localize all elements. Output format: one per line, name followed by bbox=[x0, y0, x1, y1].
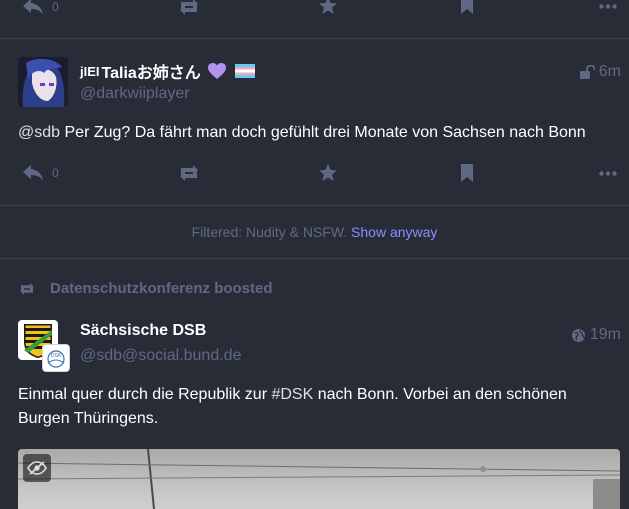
status-time[interactable]: 19m bbox=[571, 326, 621, 344]
status-time[interactable]: 6m bbox=[579, 63, 621, 81]
svg-text:DSK: DSK bbox=[51, 353, 62, 359]
reply-count: 0 bbox=[52, 0, 59, 14]
hashtag-link[interactable]: #DSK bbox=[271, 386, 313, 403]
display-name-text: Taliaお姉さん bbox=[101, 65, 201, 82]
display-name[interactable]: jIEI Taliaお姉さん bbox=[80, 59, 255, 83]
purple-heart-icon bbox=[207, 63, 226, 79]
favourite-button[interactable] bbox=[318, 163, 338, 183]
eye-slash-icon bbox=[27, 461, 47, 475]
star-icon bbox=[319, 164, 337, 181]
hide-media-button[interactable] bbox=[23, 454, 51, 482]
status-divider bbox=[0, 205, 629, 206]
more-button[interactable] bbox=[599, 4, 617, 9]
boost-notice: Datenschutzkonferenz boosted bbox=[18, 280, 273, 297]
bookmark-icon bbox=[461, 164, 473, 182]
boost-label[interactable]: Datenschutzkonferenz boosted bbox=[50, 280, 273, 297]
custom-emoji-prefix: jIEI bbox=[80, 63, 100, 79]
boost-icon bbox=[180, 165, 198, 181]
boost-button[interactable] bbox=[177, 164, 201, 182]
bookmark-button[interactable] bbox=[460, 0, 474, 14]
more-icon bbox=[599, 4, 617, 9]
time-label: 6m bbox=[598, 63, 621, 80]
more-button[interactable] bbox=[599, 171, 617, 176]
favourite-button[interactable] bbox=[318, 0, 338, 16]
globe-icon bbox=[571, 328, 585, 342]
status-content: Einmal quer durch die Republik zur #DSK … bbox=[18, 383, 611, 431]
time-label: 19m bbox=[589, 326, 621, 343]
boost-button[interactable] bbox=[177, 0, 201, 16]
display-name[interactable]: Sächsische DSB bbox=[80, 322, 206, 340]
star-icon bbox=[319, 0, 337, 14]
reply-icon bbox=[23, 165, 43, 181]
account-handle[interactable]: @sdb@social.bund.de bbox=[80, 347, 241, 365]
mention-link[interactable]: @sdb bbox=[18, 124, 60, 141]
top-status-actions: 0 bbox=[0, 0, 629, 26]
avatar[interactable] bbox=[18, 57, 68, 107]
status-divider bbox=[0, 258, 629, 259]
reply-count: 0 bbox=[52, 166, 59, 180]
content-text-part1: Einmal quer durch die Republik zur bbox=[18, 386, 272, 403]
content-text: Per Zug? Da fährt man doch gefühlt drei … bbox=[60, 124, 586, 141]
reply-button[interactable]: 0 bbox=[22, 164, 59, 182]
dsk-logo-icon: DSK bbox=[47, 350, 65, 368]
status-content: @sdb Per Zug? Da fährt man doch gefühlt … bbox=[18, 121, 611, 145]
reply-icon bbox=[23, 0, 43, 15]
boosted-account-avatar: DSK bbox=[42, 344, 70, 372]
boost-icon bbox=[20, 282, 34, 295]
show-anyway-link[interactable]: Show anyway bbox=[351, 224, 437, 240]
boost-icon bbox=[180, 0, 198, 15]
bookmark-icon bbox=[461, 0, 473, 14]
avatar[interactable]: DSK bbox=[18, 320, 70, 372]
status-actions: 0 bbox=[0, 162, 629, 192]
filtered-text: Filtered: Nudity & NSFW. bbox=[191, 224, 348, 240]
reply-button[interactable]: 0 bbox=[22, 0, 59, 16]
more-icon bbox=[599, 171, 617, 176]
status-divider bbox=[0, 38, 629, 39]
photo-preview bbox=[18, 449, 620, 509]
media-attachment[interactable] bbox=[18, 449, 620, 509]
filtered-notice: Filtered: Nudity & NSFW. Show anyway bbox=[0, 224, 629, 240]
bookmark-button[interactable] bbox=[460, 164, 474, 182]
display-name-text: Sächsische DSB bbox=[80, 322, 207, 339]
unlock-icon bbox=[579, 65, 595, 79]
trans-flag-icon bbox=[234, 64, 255, 78]
account-handle[interactable]: @darkwiiplayer bbox=[80, 85, 190, 103]
